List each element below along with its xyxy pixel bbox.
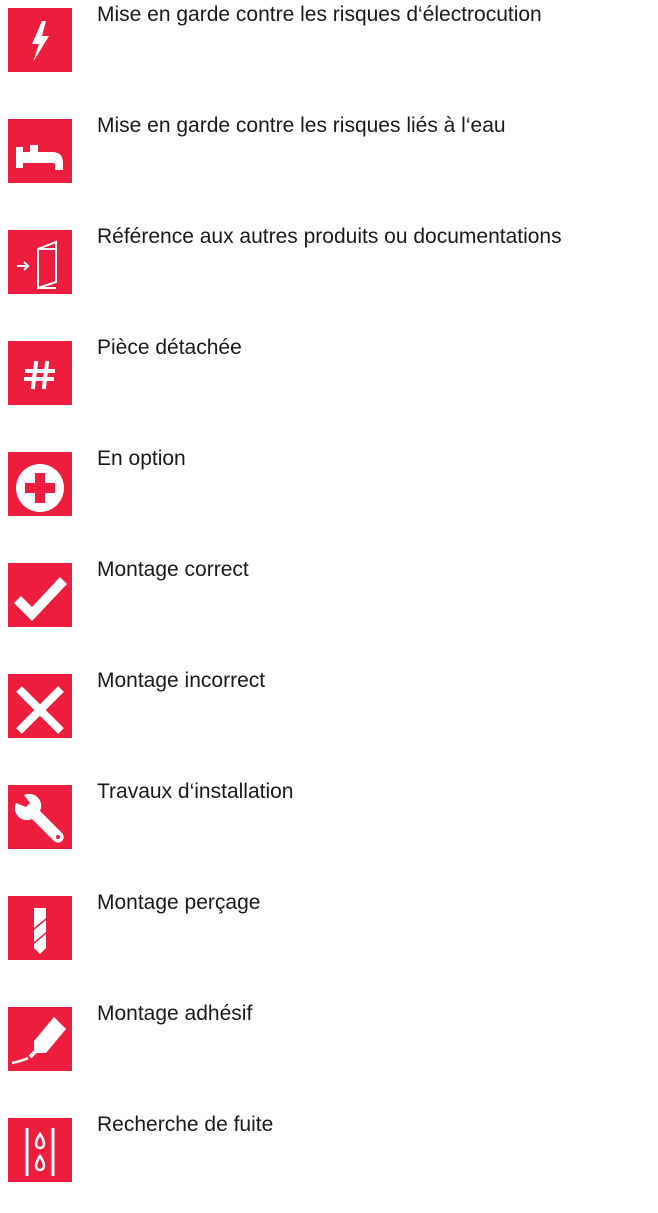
legend-label: Montage correct	[97, 558, 249, 581]
legend-row-adhesive: Montage adhésif	[8, 999, 648, 1079]
legend-row-water: Mise en garde contre les risques liés à …	[8, 111, 648, 191]
checkmark-icon	[8, 563, 72, 627]
legend-label: Mise en garde contre les risques liés à …	[97, 114, 506, 137]
wrench-icon	[8, 785, 72, 849]
adhesive-tube-icon	[8, 1007, 72, 1071]
legend-label: Référence aux autres produits ou documen…	[97, 225, 562, 248]
document-reference-icon	[8, 230, 72, 294]
legend-row-spare-part: Pièce détachée	[8, 333, 648, 413]
drill-bit-icon	[8, 896, 72, 960]
legend-label: Recherche de fuite	[97, 1113, 274, 1136]
legend-row-installation: Travaux d‘installation	[8, 777, 648, 857]
legend-row-reference: Référence aux autres produits ou documen…	[8, 222, 648, 302]
lightning-icon	[8, 8, 72, 72]
cross-icon	[8, 674, 72, 738]
legend-row-leak: Recherche de fuite	[8, 1110, 648, 1190]
legend-row-option: En option	[8, 444, 648, 524]
legend-label: Montage adhésif	[97, 1002, 253, 1025]
plus-circle-icon	[8, 452, 72, 516]
legend-row-incorrect: Montage incorrect	[8, 666, 648, 746]
legend-row-electrocution: Mise en garde contre les risques d‘élect…	[8, 0, 648, 80]
legend-row-correct: Montage correct	[8, 555, 648, 635]
leak-drops-icon	[8, 1118, 72, 1182]
legend-label: En option	[97, 447, 186, 470]
legend-row-drilling: Montage perçage	[8, 888, 648, 968]
legend-label: Mise en garde contre les risques d‘élect…	[97, 3, 542, 26]
faucet-icon	[8, 119, 72, 183]
hash-icon	[8, 341, 72, 405]
legend-label: Montage perçage	[97, 891, 261, 914]
legend-label: Montage incorrect	[97, 669, 266, 692]
legend-label: Travaux d‘installation	[97, 780, 294, 803]
legend-label: Pièce détachée	[97, 336, 242, 359]
